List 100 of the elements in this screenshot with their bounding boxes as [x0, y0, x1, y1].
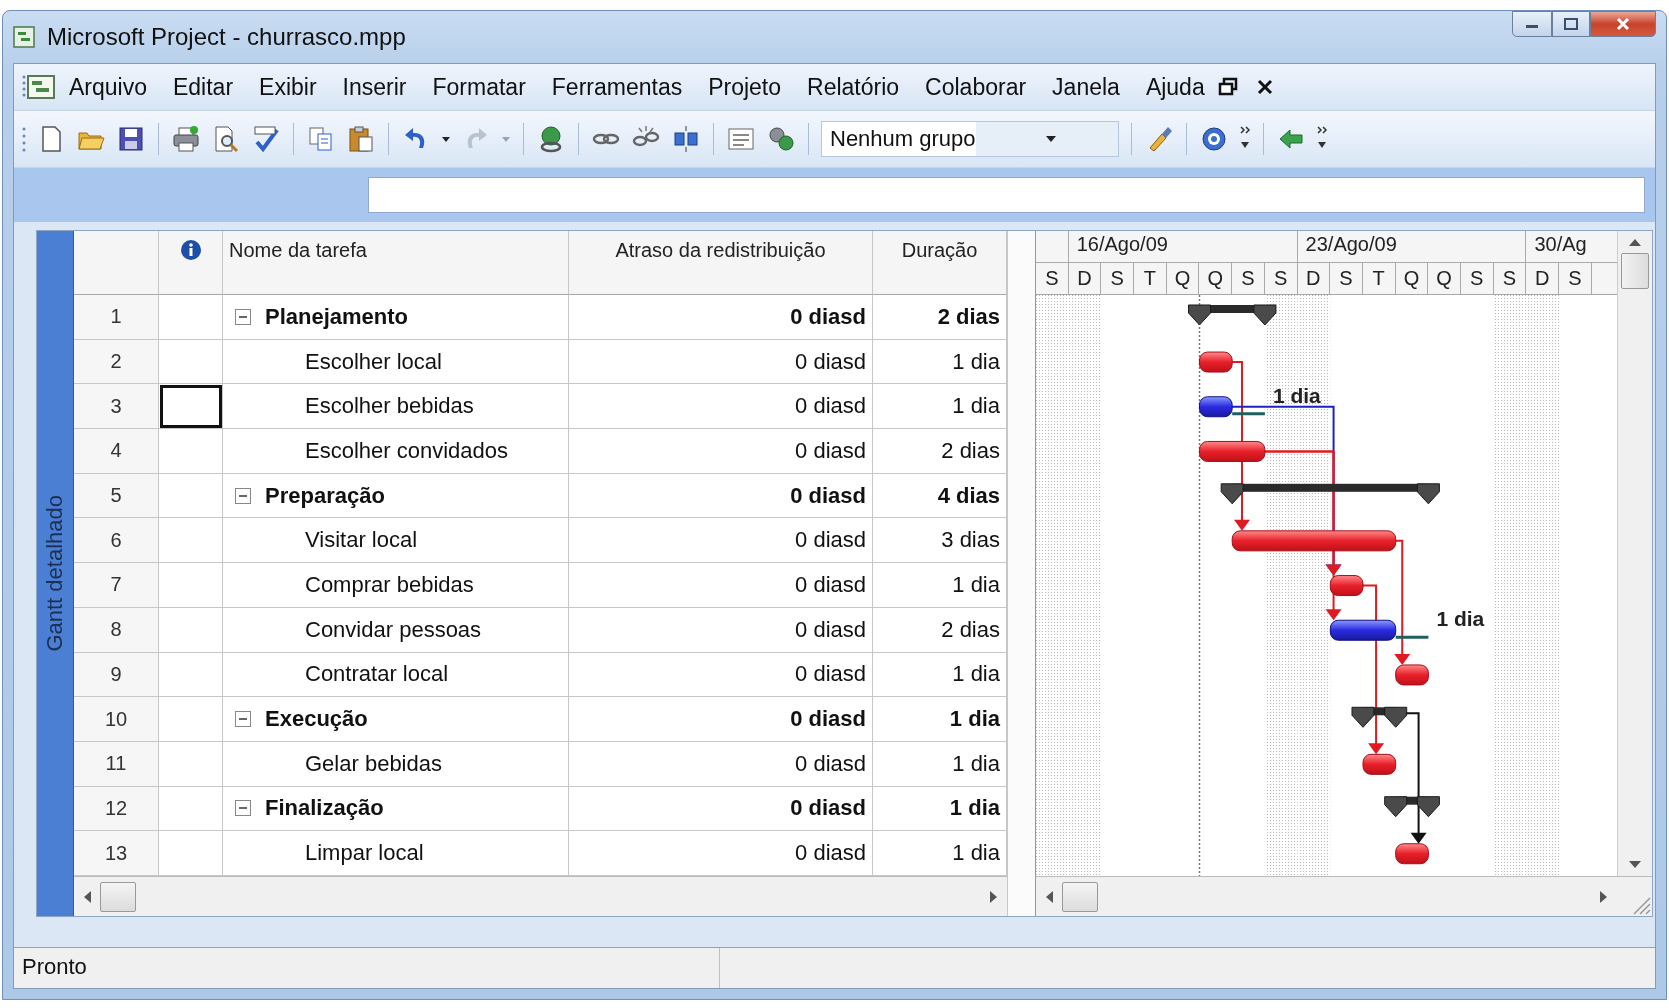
row-number: 6 [74, 518, 159, 564]
menu-item[interactable]: Editar [160, 69, 247, 105]
menu-item[interactable]: Ferramentas [538, 69, 696, 105]
indicator-cell[interactable] [159, 429, 223, 474]
scroll-left-icon[interactable] [1044, 889, 1054, 904]
task-name: Finalização [265, 795, 384, 822]
collapse-icon[interactable] [235, 711, 251, 728]
split-task-icon[interactable] [671, 124, 701, 154]
indicator-cell[interactable] [159, 384, 223, 430]
summary-bar[interactable] [1384, 796, 1440, 818]
scroll-right-icon[interactable] [989, 889, 999, 904]
indicator-cell[interactable] [159, 831, 223, 876]
row-number: 11 [74, 741, 159, 787]
group-dropdown[interactable]: Nenhum grupo [821, 121, 1119, 157]
app-icon[interactable] [13, 26, 35, 48]
task-bar[interactable] [1231, 530, 1397, 552]
indicator-cell[interactable] [159, 518, 223, 564]
task-bar[interactable] [1199, 440, 1266, 462]
collapse-icon[interactable] [235, 308, 251, 325]
save-icon[interactable] [116, 124, 146, 154]
timescale-label: 23/Ago/09 [1297, 231, 1527, 263]
indicator-cell[interactable] [159, 652, 223, 698]
menu-item[interactable]: Colaborar [912, 69, 1040, 105]
slack-line [1395, 635, 1429, 639]
column-header[interactable]: Atraso da redistribuição [569, 231, 873, 295]
table-cell: 0 diasd [569, 741, 873, 787]
scroll-thumb[interactable] [100, 881, 136, 912]
indicator-cell[interactable] [159, 295, 223, 340]
scroll-left-icon[interactable] [82, 889, 92, 904]
timescale-day: Q [1395, 263, 1429, 295]
entry-field[interactable] [368, 177, 1645, 213]
task-bar[interactable] [1199, 351, 1233, 373]
task-bar[interactable] [1329, 619, 1397, 641]
timescale-day: S [1559, 263, 1592, 295]
column-header[interactable] [159, 231, 223, 295]
row-number: 9 [74, 652, 159, 698]
pane-splitter[interactable] [1007, 231, 1036, 916]
task-bar[interactable] [1395, 843, 1429, 865]
indicator-cell[interactable] [159, 786, 223, 832]
indicator-cell[interactable] [159, 607, 223, 653]
row-number: 8 [74, 607, 159, 653]
menu-item[interactable]: Ajuda [1132, 69, 1218, 105]
bar-label: 1 dia [1436, 607, 1485, 631]
timescale-day: S [1101, 263, 1135, 295]
column-header[interactable]: Duração [873, 231, 1007, 295]
scroll-right-icon[interactable] [1599, 889, 1609, 904]
close-button[interactable] [1590, 11, 1656, 37]
task-bar[interactable] [1362, 753, 1397, 775]
table-cell: 0 diasd [569, 697, 873, 742]
maximize-icon [1563, 17, 1579, 31]
indicator-cell[interactable] [159, 697, 223, 742]
scroll-up-icon[interactable] [1628, 237, 1642, 247]
task-name: Preparação [265, 482, 385, 509]
maximize-button[interactable] [1552, 11, 1590, 37]
task-name: Escolher convidados [305, 437, 508, 464]
task-name: Execução [265, 706, 368, 733]
scroll-thumb[interactable] [1621, 253, 1649, 289]
table-cell: 0 diasd [569, 384, 873, 430]
summary-bar[interactable] [1220, 483, 1440, 505]
menu-item[interactable]: Arquivo [56, 69, 160, 105]
minimize-button[interactable] [1512, 11, 1552, 37]
toolbar-grip-icon [22, 125, 26, 153]
menu-item[interactable]: Projeto [695, 69, 795, 105]
indicator-cell[interactable] [159, 741, 223, 787]
document-icon[interactable] [26, 73, 56, 101]
table-cell: 0 diasd [569, 831, 873, 876]
task-bar[interactable] [1199, 396, 1233, 418]
indicator-cell[interactable] [159, 339, 223, 385]
printer-icon[interactable] [171, 124, 201, 154]
menu-item[interactable]: Inserir [329, 69, 420, 105]
task-bar[interactable] [1395, 664, 1429, 686]
spelling-icon[interactable] [251, 124, 281, 154]
column-header[interactable]: Nome da tarefa [223, 231, 569, 295]
task-name: Planejamento [265, 303, 409, 330]
paste-icon[interactable] [346, 124, 376, 154]
menu-item[interactable]: Exibir [246, 69, 330, 105]
indicator-cell[interactable] [159, 473, 223, 519]
task-name: Convidar pessoas [305, 616, 482, 643]
row-number: 7 [74, 563, 159, 608]
help-icon[interactable] [1199, 124, 1229, 154]
collapse-icon[interactable] [235, 487, 251, 504]
close-icon[interactable] [1255, 78, 1274, 96]
menu-item[interactable]: Janela [1039, 69, 1133, 105]
menu-item[interactable]: Formatar [419, 69, 539, 105]
menu-item[interactable]: Relatório [794, 69, 913, 105]
indicator-cell[interactable] [159, 563, 223, 608]
summary-bar[interactable] [1351, 706, 1408, 728]
task-name: Escolher bebidas [305, 393, 474, 420]
task-name: Gelar bebidas [305, 750, 442, 777]
task-name: Visitar local [305, 527, 418, 554]
row-number: 1 [74, 295, 159, 340]
scroll-thumb[interactable] [1062, 881, 1098, 912]
table-cell: 0 diasd [569, 295, 873, 340]
restore-icon[interactable] [1217, 77, 1238, 97]
summary-bar[interactable] [1188, 304, 1277, 326]
task-bar[interactable] [1329, 575, 1364, 597]
table-cell: 0 diasd [569, 563, 873, 608]
scroll-down-icon[interactable] [1628, 860, 1642, 870]
collapse-icon[interactable] [235, 800, 251, 817]
table-cell: 0 diasd [569, 607, 873, 653]
